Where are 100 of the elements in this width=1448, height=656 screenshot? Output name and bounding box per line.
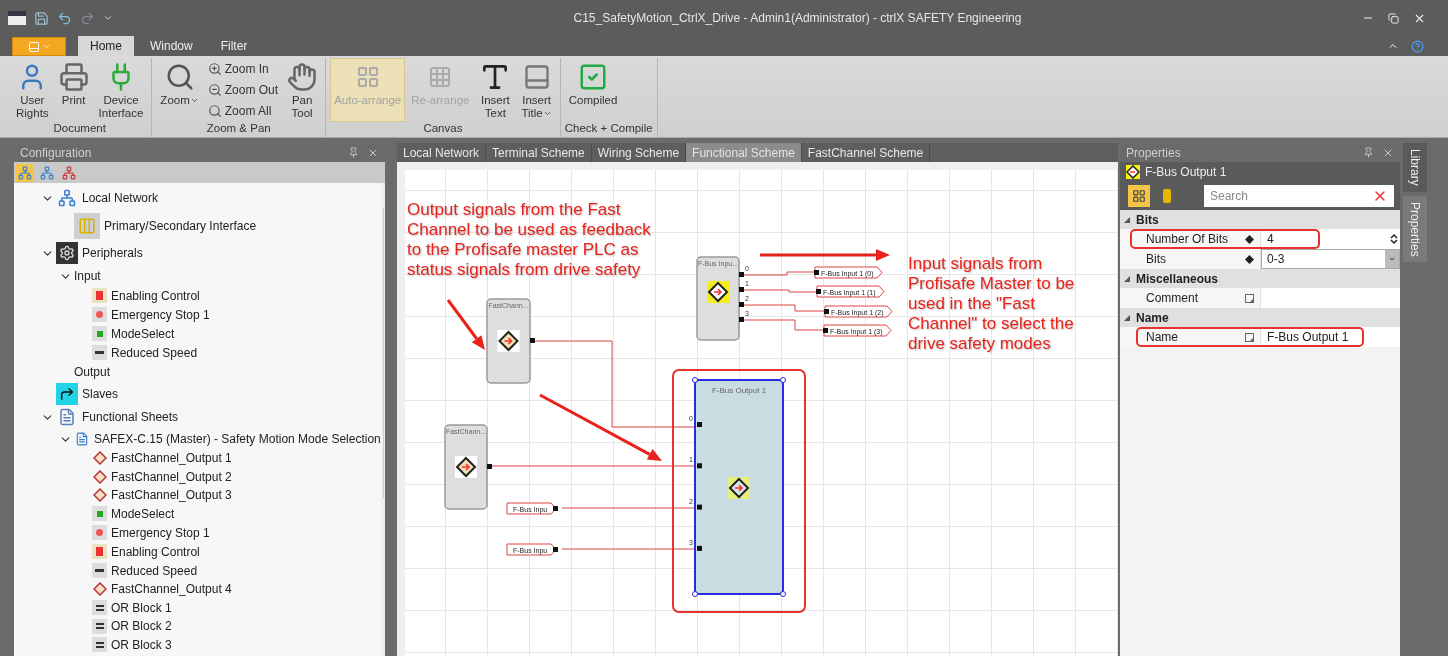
tree-item[interactable]: Reduced Speed — [111, 563, 198, 578]
ribbon-button[interactable]: Print — [54, 58, 93, 122]
tree-item[interactable]: Enabling Control — [111, 544, 200, 559]
connector-port[interactable] — [697, 504, 702, 510]
side-tab[interactable]: Properties — [1403, 195, 1427, 263]
help-icon[interactable] — [1411, 40, 1424, 53]
scrollbar[interactable] — [380, 183, 385, 656]
tree-item[interactable]: SAFEX-C.15 (Master) - Safety Motion Mode Selection — [94, 432, 381, 446]
or-icon — [92, 618, 107, 634]
connector-port[interactable] — [697, 463, 702, 469]
signal-tag — [823, 324, 892, 337]
speed-icon — [92, 563, 107, 579]
tree-item[interactable]: Emergency Stop 1 — [111, 307, 210, 322]
ribbon-button[interactable]: Device Interface — [94, 58, 148, 122]
edit-box-icon — [1244, 293, 1254, 303]
tree-item[interactable]: Enabling Control — [111, 288, 200, 303]
tree-item[interactable]: Functional Sheets — [82, 410, 179, 424]
ribbon-tab[interactable]: Home — [78, 36, 134, 56]
signal-tag — [506, 543, 557, 556]
slaves-icon — [56, 382, 78, 405]
mode-icon — [92, 506, 107, 522]
enabling-icon — [92, 288, 107, 303]
category-label: Bits — [1136, 212, 1159, 227]
tree-item[interactable]: Input — [74, 269, 101, 283]
collapse-triangle-icon[interactable] — [1124, 275, 1130, 282]
annotation-text: Output signals from the Fast Channel to be used as feedback to the Profisafe master PLC as status signals from drive safety — [407, 200, 651, 280]
tree-item[interactable]: Slaves — [82, 386, 119, 401]
collapse-triangle-icon[interactable] — [1124, 216, 1130, 223]
side-tab[interactable]: Library — [1403, 143, 1427, 192]
check-icon — [578, 62, 608, 92]
category-label: Miscellaneous — [1136, 271, 1219, 286]
tree-item[interactable]: OR Block 3 — [111, 637, 172, 652]
tree-item[interactable]: FastChannel_Output 4 — [111, 582, 232, 597]
tree-item[interactable]: OR Block 1 — [111, 600, 172, 615]
or-icon — [92, 600, 107, 616]
signal-tag — [816, 285, 885, 298]
tree-item[interactable]: Local Network — [82, 191, 159, 205]
dropdown-icon[interactable] — [103, 13, 113, 23]
tree-item[interactable]: Emergency Stop 1 — [111, 525, 210, 540]
tree-item[interactable]: ModeSelect — [111, 326, 175, 341]
ribbon-button[interactable]: Insert Title — [517, 58, 556, 122]
ribbon-button[interactable]: Insert Text — [475, 58, 516, 122]
tree-item[interactable]: OR Block 2 — [111, 619, 172, 634]
resize-handle[interactable] — [692, 377, 698, 383]
edit-box-icon — [1244, 332, 1254, 342]
ribbon-button[interactable]: Zoom — [156, 58, 203, 122]
ribbon-button[interactable]: Zoom In — [204, 58, 282, 79]
ribbon-button[interactable]: Zoom All — [204, 100, 282, 121]
fastchannel-icon — [92, 450, 107, 466]
mode-icon — [92, 326, 107, 341]
diamond-icon — [497, 330, 520, 352]
hand-icon — [287, 62, 318, 92]
ribbon-button[interactable]: User Rights — [12, 58, 53, 122]
app-logo-icon — [8, 11, 26, 25]
dropdown-field[interactable]: 0-3 — [1261, 249, 1400, 269]
save-icon[interactable] — [34, 10, 49, 26]
spin-arrows-icon[interactable] — [1390, 233, 1398, 245]
tree-item[interactable]: Output — [74, 365, 111, 379]
undo-icon[interactable] — [57, 10, 72, 26]
app-menu-button[interactable] — [12, 37, 66, 56]
window-title: C15_SafetyMotion_CtrlX_Drive - Admin1(Administrator) - ctrlX SAFETY Engineering — [572, 11, 1023, 25]
view-toggle-button[interactable] — [16, 163, 34, 182]
connector-port[interactable] — [697, 545, 702, 551]
sheet-icon — [74, 431, 90, 447]
ribbon-group-label: Canvas — [422, 122, 464, 136]
restore-icon[interactable] — [1388, 12, 1399, 24]
function-block[interactable] — [694, 379, 784, 595]
pin-icon[interactable] — [348, 147, 359, 158]
ribbon-group-label: Document — [52, 122, 107, 136]
tree-item[interactable]: ModeSelect — [111, 506, 175, 521]
ribbon-tab[interactable]: Filter — [208, 36, 260, 56]
tree-item[interactable]: Peripherals — [82, 246, 143, 260]
interface-icon — [74, 212, 100, 239]
tree-item[interactable]: FastChannel_Output 2 — [111, 469, 232, 484]
redo-icon[interactable] — [80, 10, 95, 26]
pin-icon[interactable] — [1363, 147, 1374, 158]
property-value[interactable]: 4 — [1261, 229, 1400, 249]
diamond-icon — [728, 477, 750, 499]
resize-handle[interactable] — [692, 591, 698, 597]
selected-object-name: F-Bus Output 1 — [1145, 165, 1227, 179]
search-field[interactable]: Search — [1204, 185, 1394, 207]
tree-item[interactable]: FastChannel_Output 1 — [111, 451, 232, 466]
tree-item[interactable]: FastChannel_Output 3 — [111, 487, 232, 502]
resize-handle[interactable] — [780, 591, 786, 597]
diamond-icon — [455, 456, 477, 478]
resize-handle[interactable] — [780, 377, 786, 383]
property-value-field[interactable] — [1261, 288, 1400, 308]
annotation-arrow — [446, 299, 485, 350]
collapse-triangle-icon[interactable] — [1124, 314, 1130, 321]
tree-item[interactable]: Primary/Secondary Interface — [104, 218, 257, 233]
ribbon-button[interactable]: Zoom Out — [204, 79, 282, 100]
categorized-view-button[interactable] — [1128, 185, 1150, 207]
grid-icon — [428, 65, 453, 89]
ribbon-tab[interactable]: Window — [138, 36, 205, 56]
ribbon-button[interactable]: Pan Tool — [283, 58, 322, 122]
ribbon-group-label: Zoom & Pan — [205, 122, 272, 136]
tree-item[interactable]: Reduced Speed — [111, 345, 198, 360]
network-icon — [56, 187, 78, 209]
diamond-icon — [707, 281, 729, 303]
ribbon-button[interactable]: Compiled — [564, 58, 622, 122]
